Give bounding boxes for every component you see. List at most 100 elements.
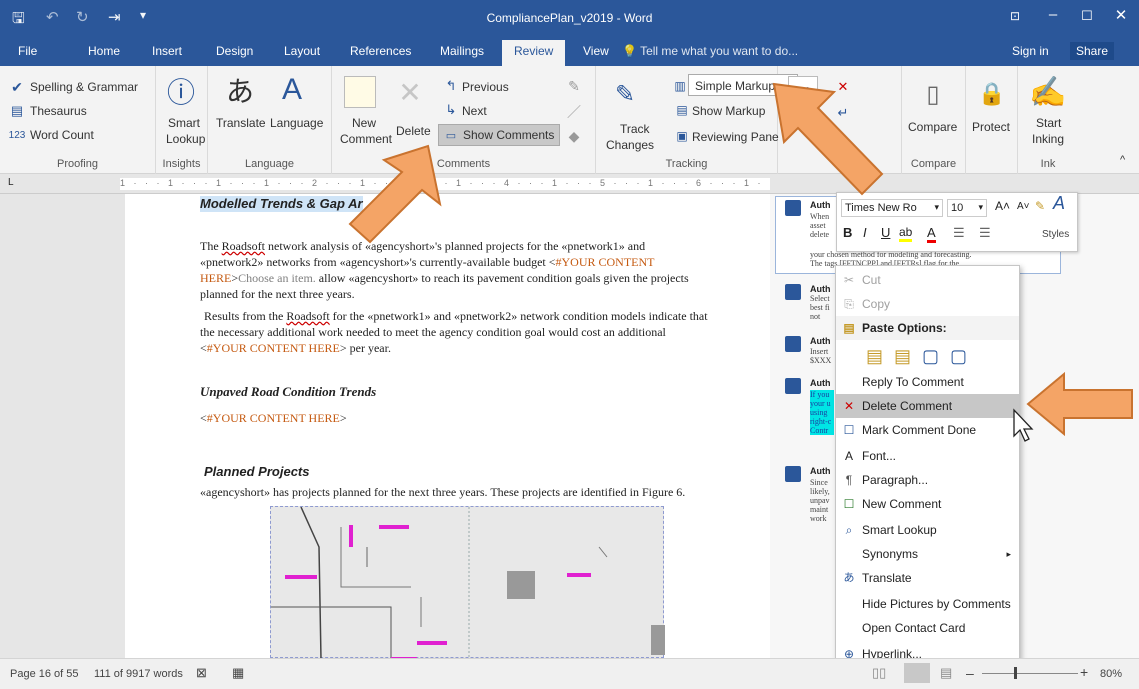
heading-planned-projects[interactable]: Planned Projects: [204, 464, 309, 480]
tab-home[interactable]: Home: [88, 44, 120, 58]
menu-item-paragraph[interactable]: ¶ Paragraph...: [836, 468, 1019, 492]
show-comments-button[interactable]: Show Comments ▭: [438, 124, 560, 146]
font-name-select[interactable]: Times New Ro ▾: [841, 199, 943, 217]
smart-lookup-label-1[interactable]: Smart: [168, 116, 200, 130]
tab-view[interactable]: View: [583, 44, 609, 58]
menu-item-cut[interactable]: ✂ Cut: [836, 268, 1019, 292]
font-size-select[interactable]: 10 ▾: [947, 199, 987, 217]
tell-me-search[interactable]: 💡 Tell me what you want to do...: [622, 44, 798, 58]
zoom-slider-thumb[interactable]: [1014, 667, 1017, 679]
track-changes-label-2[interactable]: Changes: [606, 138, 654, 152]
menu-item-copy[interactable]: ⎘ Copy: [836, 292, 1019, 316]
spelling-grammar-button[interactable]: Spelling & Grammar: [30, 80, 138, 94]
word-count-button[interactable]: Word Count: [30, 128, 94, 142]
highlight-icon[interactable]: ab: [899, 225, 913, 242]
menu-item-delete-comment[interactable]: ✕ Delete Comment: [836, 394, 1019, 418]
maximize-icon[interactable]: ☐: [1072, 8, 1102, 24]
paragraph-1-line-4[interactable]: planned for the next three years.: [200, 286, 355, 302]
paste-picture-icon[interactable]: ▢: [922, 344, 939, 368]
next-comment-button[interactable]: Next: [462, 104, 487, 118]
paragraph-1-line-2[interactable]: «pnetwork2» networks from «agencyshort»'…: [200, 254, 655, 270]
track-changes-label-1[interactable]: Track: [620, 122, 650, 136]
tab-layout[interactable]: Layout: [284, 44, 320, 58]
menu-label-contact-card: Open Contact Card: [862, 621, 966, 635]
language-button[interactable]: Language: [270, 116, 323, 130]
web-layout-icon[interactable]: ▤: [940, 665, 952, 681]
tab-insert[interactable]: Insert: [152, 44, 182, 58]
close-icon[interactable]: ✕: [1106, 6, 1136, 24]
menu-item-hide-pictures[interactable]: Hide Pictures by Comments: [836, 592, 1019, 616]
paragraph-2-line-1[interactable]: Results from the Roadsoft for the «pnetw…: [204, 308, 708, 324]
delete-comment-button[interactable]: Delete: [396, 124, 431, 138]
font-color-icon[interactable]: A: [927, 225, 936, 243]
smart-lookup-label-2[interactable]: Lookup: [166, 132, 205, 146]
numbering-icon[interactable]: ☰: [979, 225, 991, 241]
collapse-ribbon-icon[interactable]: ^: [1120, 154, 1125, 166]
translate-button[interactable]: Translate: [216, 116, 266, 130]
p1-roadsoft: Roadsoft: [221, 239, 265, 253]
new-comment-label-1[interactable]: New: [352, 116, 376, 130]
zoom-out-icon[interactable]: –: [966, 665, 974, 681]
start-inking-label-2[interactable]: Inking: [1032, 132, 1064, 146]
zoom-slider[interactable]: [982, 673, 1078, 674]
zoom-in-icon[interactable]: +: [1080, 664, 1088, 680]
minimize-icon[interactable]: –: [1038, 6, 1068, 23]
tab-review[interactable]: Review: [502, 40, 566, 66]
menu-item-reply-to-comment[interactable]: Reply To Comment: [836, 370, 1019, 394]
reviewing-pane-button[interactable]: Reviewing Pane: [692, 130, 779, 144]
previous-comment-button[interactable]: Previous: [462, 80, 509, 94]
paste-merge-format-icon[interactable]: ▤: [894, 344, 911, 368]
protect-button[interactable]: Protect: [972, 120, 1010, 134]
paragraph-3[interactable]: <#YOUR CONTENT HERE>: [200, 410, 347, 426]
underline-icon[interactable]: U: [881, 225, 890, 240]
bullets-icon[interactable]: ☰: [953, 225, 965, 241]
shrink-font-icon[interactable]: A˅: [1017, 201, 1030, 212]
menu-item-synonyms[interactable]: Synonyms ▸: [836, 542, 1019, 566]
paragraph-2-line-2[interactable]: the necessary additional work needed to …: [200, 324, 666, 340]
compare-button[interactable]: Compare: [908, 120, 957, 134]
paragraph-1-line-3[interactable]: HERE>Choose an item. allow «agencyshort»…: [200, 270, 689, 286]
horizontal-ruler[interactable]: L 1 · · · 1 · · · 1 · · · 1 · · · 2 · · …: [0, 174, 1139, 194]
zoom-level[interactable]: 80%: [1100, 668, 1122, 680]
menu-item-new-comment[interactable]: ☐ New Comment: [836, 492, 1019, 516]
tab-file[interactable]: File: [18, 44, 37, 58]
thesaurus-button[interactable]: Thesaurus: [30, 104, 87, 118]
pen-icon[interactable]: ／: [564, 102, 584, 122]
eraser-icon[interactable]: ◆: [564, 126, 584, 146]
heading-modelled-trends[interactable]: Modelled Trends & Gap Ar: [200, 196, 363, 212]
paragraph-2-line-3[interactable]: <#YOUR CONTENT HERE> per year.: [200, 340, 391, 356]
proofing-status-icon[interactable]: ⊠: [196, 665, 207, 681]
styles-icon[interactable]: A: [1053, 193, 1065, 214]
menu-item-mark-comment-done[interactable]: ☐ Mark Comment Done: [836, 418, 1019, 442]
start-inking-label-1[interactable]: Start: [1036, 116, 1061, 130]
menu-item-translate[interactable]: あ Translate: [836, 566, 1019, 590]
format-painter-icon[interactable]: ✎: [1035, 199, 1045, 213]
paragraph-4[interactable]: «agencyshort» has projects planned for t…: [200, 484, 685, 500]
tab-design[interactable]: Design: [216, 44, 253, 58]
menu-item-font[interactable]: A Font...: [836, 444, 1019, 468]
print-layout-icon[interactable]: [904, 663, 930, 683]
paste-keep-source-icon[interactable]: ▤: [866, 344, 883, 368]
tab-mailings[interactable]: Mailings: [440, 44, 484, 58]
paste-text-only-icon[interactable]: ▢: [950, 344, 967, 368]
grow-font-icon[interactable]: A˄: [995, 199, 1010, 213]
share-button[interactable]: Share: [1070, 42, 1115, 60]
read-mode-icon[interactable]: ▯▯: [872, 665, 886, 681]
ribbon-display-icon[interactable]: ⊡: [1000, 9, 1030, 23]
italic-icon[interactable]: I: [863, 225, 867, 240]
menu-item-open-contact-card[interactable]: Open Contact Card: [836, 616, 1019, 640]
map-figure[interactable]: [270, 506, 665, 661]
choose-item-control[interactable]: Choose an item.: [238, 271, 316, 285]
styles-label[interactable]: Styles: [1042, 229, 1069, 240]
heading-unpaved-road[interactable]: Unpaved Road Condition Trends: [200, 384, 376, 400]
tab-selector-icon[interactable]: L: [8, 177, 14, 188]
macro-record-icon[interactable]: ▦: [232, 665, 244, 681]
ink-comment-icon[interactable]: ✎: [564, 76, 584, 96]
show-markup-button[interactable]: Show Markup: [692, 104, 765, 118]
tab-references[interactable]: References: [350, 44, 411, 58]
sign-in-link[interactable]: Sign in: [1012, 44, 1049, 58]
word-count-indicator[interactable]: 111 of 9917 words: [94, 668, 183, 680]
menu-item-smart-lookup[interactable]: ⌕ Smart Lookup: [836, 518, 1019, 542]
page-indicator[interactable]: Page 16 of 55: [10, 668, 79, 680]
bold-icon[interactable]: B: [843, 225, 852, 240]
